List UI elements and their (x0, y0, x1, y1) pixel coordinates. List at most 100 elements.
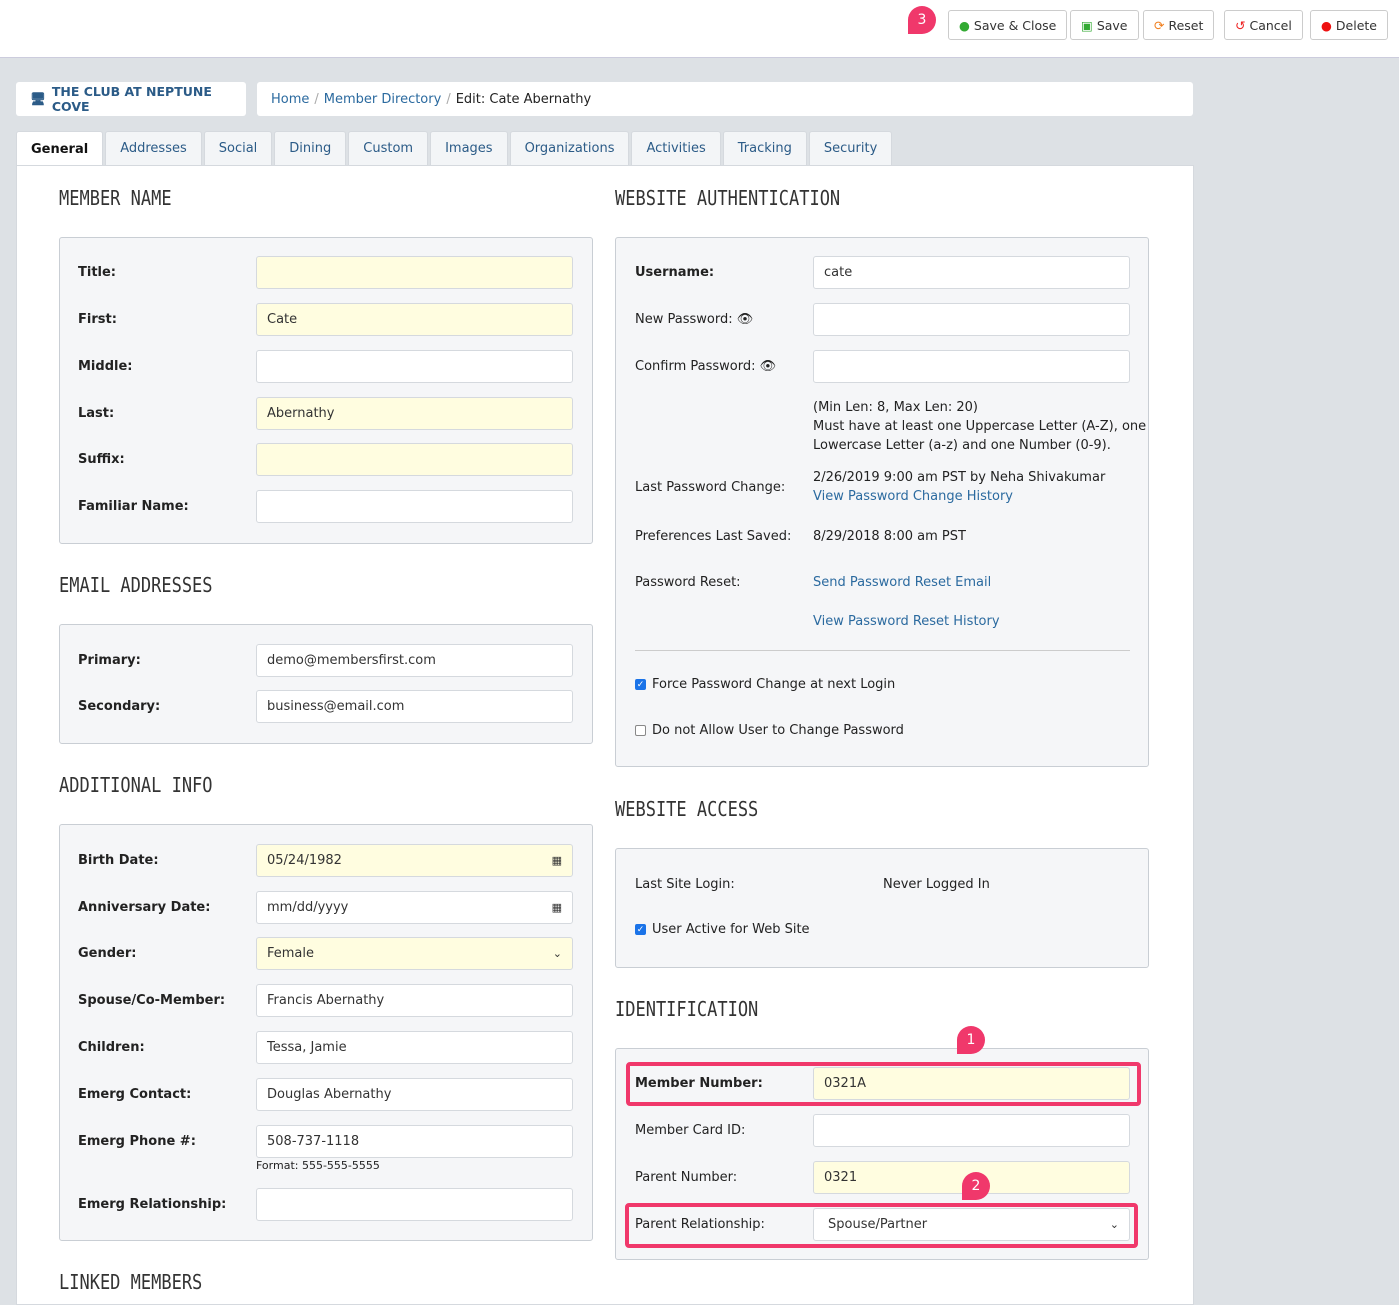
calendar-icon[interactable]: ▦ (552, 901, 562, 914)
force-password-change-checkbox[interactable]: ✓ Force Password Change at next Login (635, 677, 895, 692)
confirm-password-label: Confirm Password: 👁 (635, 359, 777, 374)
field-label: Familiar Name: (78, 499, 189, 514)
user-active-checkbox[interactable]: ✓ User Active for Web Site (635, 922, 810, 937)
last-password-change: 2/26/2019 9:00 am PST by Neha Shivakumar (813, 470, 1106, 485)
field-label: Emerg Phone #: (78, 1134, 196, 1149)
field-value: Female (267, 946, 315, 961)
preferences-label: Preferences Last Saved: (635, 529, 792, 544)
field-label: Secondary: (78, 699, 161, 714)
check-circle-icon: ● (959, 17, 970, 33)
floppy-icon: ▣ (1081, 17, 1093, 33)
field-value: Francis Abernathy (267, 993, 385, 1008)
save-close-button[interactable]: ● Save & Close (948, 10, 1068, 40)
undo-icon: ↺ (1235, 17, 1246, 33)
field-input[interactable] (256, 1188, 573, 1221)
delete-button[interactable]: ● Delete (1310, 10, 1388, 40)
tab-addresses[interactable]: Addresses (105, 131, 202, 165)
website-access-heading: WEBSITE ACCESS (615, 797, 759, 821)
tab-custom[interactable]: Custom (348, 131, 429, 165)
field-input[interactable] (256, 443, 573, 476)
tab-organizations[interactable]: Organizations (509, 131, 630, 165)
field-label: Spouse/Co-Member: (78, 993, 226, 1008)
field-input[interactable]: business@email.com (256, 690, 573, 723)
field-input[interactable]: mm/dd/yyyy ▦ (256, 891, 573, 924)
field-value: 05/24/1982 (267, 853, 342, 868)
field-value: Cate (267, 312, 298, 327)
password-reset-label: Password Reset: (635, 575, 741, 590)
highlight-parent-relationship (625, 1203, 1138, 1248)
tab-tracking[interactable]: Tracking (722, 131, 807, 165)
field-input[interactable]: Cate (256, 303, 573, 336)
breadcrumb: Home / Member Directory / Edit: Cate Abern… (257, 82, 1193, 116)
tab-security[interactable]: Security (808, 131, 893, 165)
field-label: Suffix: (78, 452, 125, 467)
email-heading: EMAIL ADDRESSES (59, 573, 213, 597)
club-brand[interactable]: 🖥 THE CLUB AT NEPTUNE COVE (16, 82, 246, 116)
view-password-reset-history-link[interactable]: View Password Reset History (813, 614, 1000, 629)
field-value: business@email.com (267, 699, 405, 714)
breadcrumb-member-directory[interactable]: Member Directory (324, 92, 442, 107)
tab-images[interactable]: Images (430, 131, 508, 165)
tab-activities[interactable]: Activities (631, 131, 721, 165)
field-input[interactable]: Abernathy (256, 397, 573, 430)
website-access-box (615, 848, 1149, 968)
annotation-badge-2: 2 (962, 1172, 990, 1200)
reset-button[interactable]: ⟳ Reset (1143, 10, 1215, 40)
field-input[interactable]: 05/24/1982 ▦ (256, 844, 573, 877)
no-password-change-checkbox[interactable]: Do not Allow User to Change Password (635, 723, 904, 738)
field-input[interactable] (256, 256, 573, 289)
breadcrumb-home[interactable]: Home (271, 92, 309, 107)
field-label: Middle: (78, 359, 133, 374)
calendar-icon[interactable]: ▦ (552, 854, 562, 867)
field-input[interactable]: Francis Abernathy (256, 984, 573, 1017)
username-input[interactable]: cate (813, 256, 1130, 289)
new-password-label: New Password: 👁 (635, 312, 754, 327)
field-input[interactable]: Douglas Abernathy (256, 1078, 573, 1111)
field-value: mm/dd/yyyy (267, 900, 349, 915)
tab-general[interactable]: General (16, 131, 104, 166)
field-input[interactable]: demo@membersfirst.com (256, 644, 573, 677)
field-input[interactable]: Female ⌄ (256, 937, 573, 970)
field-input[interactable]: 508-737-1118 (256, 1125, 573, 1158)
field-input[interactable] (256, 350, 573, 383)
send-password-reset-link[interactable]: Send Password Reset Email (813, 575, 991, 590)
refresh-icon: ⟳ (1154, 17, 1165, 33)
highlight-member-number (626, 1062, 1141, 1106)
view-password-change-history-link[interactable]: View Password Change History (813, 489, 1013, 504)
parent-number-label: Parent Number: (635, 1170, 738, 1185)
username-label: Username: (635, 265, 715, 280)
field-label: Primary: (78, 653, 141, 668)
field-label: Title: (78, 265, 117, 280)
email-box (59, 624, 593, 744)
confirm-password-input[interactable] (813, 350, 1130, 383)
field-label: Anniversary Date: (78, 900, 211, 915)
eye-icon[interactable]: 👁 (737, 312, 754, 327)
cancel-button[interactable]: ↺ Cancel (1224, 10, 1303, 40)
preferences-value: 8/29/2018 8:00 am PST (813, 529, 966, 544)
identification-heading: IDENTIFICATION (615, 997, 759, 1021)
divider (635, 650, 1130, 651)
eye-icon[interactable]: 👁 (760, 359, 777, 374)
top-toolbar: 3 ● Save & Close ▣ Save ⟳ Reset ↺ Cancel ● De… (0, 0, 1399, 58)
field-value: 508-737-1118 (267, 1134, 360, 1149)
field-label: Gender: (78, 946, 137, 961)
field-label: First: (78, 312, 117, 327)
breadcrumb-current: Edit: Cate Abernathy (455, 91, 592, 107)
new-password-input[interactable] (813, 303, 1130, 336)
member-card-label: Member Card ID: (635, 1123, 746, 1138)
chevron-down-icon[interactable]: ⌄ (553, 947, 562, 960)
save-button[interactable]: ▣ Save (1070, 10, 1139, 40)
tab-dining[interactable]: Dining (274, 131, 347, 165)
annotation-badge-3: 3 (908, 6, 936, 34)
password-rules: (Min Len: 8, Max Len: 20) Must have at le… (813, 400, 1147, 453)
field-label: Emerg Contact: (78, 1087, 192, 1102)
member-card-input[interactable] (813, 1114, 1130, 1147)
tab-bar: General Addresses Social Dining Custom I… (16, 131, 893, 166)
field-value: demo@membersfirst.com (267, 653, 436, 668)
field-input[interactable]: Tessa, Jamie (256, 1031, 573, 1064)
tab-social[interactable]: Social (203, 131, 273, 165)
last-login-value: Never Logged In (883, 877, 990, 892)
field-input[interactable] (256, 490, 573, 523)
last-login-label: Last Site Login: (635, 877, 735, 892)
additional-heading: ADDITIONAL INFO (59, 773, 213, 797)
